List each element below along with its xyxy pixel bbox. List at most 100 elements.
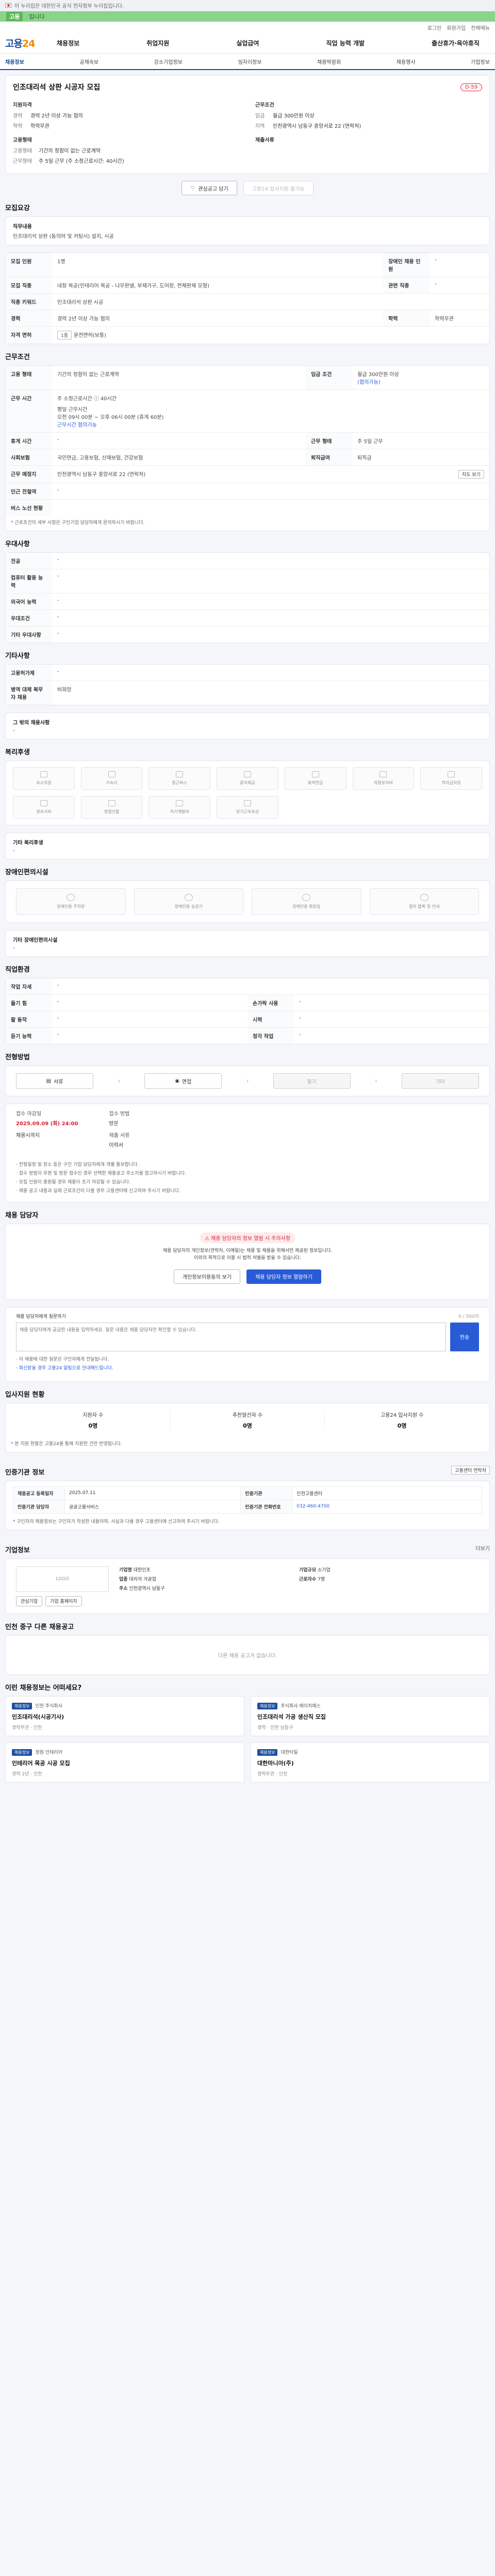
login-link[interactable]: 로그인 — [427, 24, 442, 31]
table-value: - — [52, 432, 306, 449]
etc-extra-value: - — [13, 728, 15, 734]
other-meta: 경력무관 · 인천 — [257, 1771, 288, 1777]
follow-company-button[interactable]: 관심기업 — [16, 1596, 43, 1606]
corp-logo: LOGO — [16, 1566, 109, 1592]
benefit-label: 자기계발비 — [170, 809, 189, 814]
gnb-item-leave[interactable]: 출산휴가·육아휴직 — [432, 39, 480, 47]
map-button[interactable]: 지도 보기 — [458, 470, 484, 479]
disability-label: 점자 블록 및 안내 — [409, 904, 440, 909]
tab-strong-companies[interactable]: 강소기업정보 — [154, 58, 183, 65]
inquiry-send-button[interactable]: 전송 — [450, 1322, 479, 1351]
status-label: 추천알선자 수 — [232, 1412, 263, 1418]
interview-icon: ◉ — [175, 1078, 179, 1084]
heart-icon: ♡ — [190, 185, 195, 191]
privacy-consent-button[interactable]: 개인정보이용동의 보기 — [174, 1269, 241, 1284]
status-section-title: 입사지원 현황 — [5, 1391, 45, 1399]
table-key: 학력 — [383, 310, 430, 327]
corp-more-link[interactable]: 더보기 — [475, 1544, 490, 1552]
emp-form-value: 주 5일 근무 (주 소정근로시간: 40시간) — [39, 159, 124, 164]
table-key: 듣기 능력 — [6, 1027, 52, 1044]
table-key: 퇴직급여 — [306, 449, 353, 466]
benefit-label: 차량유지비 — [374, 781, 393, 785]
benefit-label: 퇴직연금 — [307, 781, 323, 785]
qual-career-value: 경력 2년 이상 가능 협의 — [30, 113, 83, 119]
list-item[interactable]: 채용정보 인천 주식회사 인조대리석(시공기사) 경력무관 · 인천 — [5, 1696, 244, 1736]
environment-section-title: 직업환경 — [5, 966, 30, 974]
preferred-section-title: 우대사항 — [5, 540, 30, 548]
emp-type-label: 고용형태 — [13, 148, 32, 154]
tab-public-news[interactable]: 공채속보 — [79, 58, 98, 65]
deadline-sub: 채용시까지 — [16, 1133, 40, 1139]
benefit-item: 자기계발비 — [148, 796, 211, 819]
list-item[interactable]: 채용정보 정원 인테리어 인테리어 목공 시공 모집 경력 2년 · 인천 — [5, 1742, 244, 1783]
note-item: · 접수 방법이 우편 및 방문 접수인 경우 선택한 채용공고 주소지를 참고… — [16, 1171, 186, 1176]
disability-item: 장애인용 승강기 — [134, 888, 243, 915]
table-value: - — [57, 669, 59, 674]
table-value: - — [57, 982, 59, 988]
benefits-extra-card: 기타 복리후생 - — [5, 833, 490, 859]
company-homepage-button[interactable]: 기업 홈페이지 — [45, 1596, 82, 1606]
gnb-item-employment-support[interactable]: 취업지원 — [146, 39, 169, 47]
scrap-button[interactable]: ♡ 관심공고 담기 — [182, 181, 237, 195]
inquiry-input[interactable] — [16, 1322, 446, 1351]
list-item[interactable]: 채용정보 대한타일 대한마니아(주) 경력무관 · 인천 — [251, 1742, 490, 1783]
step-document: ▤ 서류 — [16, 1073, 93, 1089]
table-value: 인조대리석 상판 시공 — [52, 293, 489, 310]
table-row: 작업 자세 - — [6, 978, 489, 995]
step-label: 면접 — [182, 1079, 192, 1085]
tab-recruit-events[interactable]: 채용행사 — [397, 58, 416, 65]
note-item: · 이 채용에 대한 질문은 구인자에게 전달됩니다. — [16, 1357, 109, 1362]
status-note: * 본 지원 현황은 고용24를 통해 지원한 건만 반영됩니다. — [11, 1441, 122, 1447]
gnb-item-unemployment[interactable]: 실업급여 — [236, 39, 259, 47]
signup-link[interactable]: 회원가입 — [447, 24, 466, 31]
scrap-button-label: 관심공고 담기 — [198, 186, 228, 192]
etc-table: 고용허가제 - 병역 대체 복무자 채용 비희망 — [6, 665, 489, 705]
gnb-item-jobs[interactable]: 채용정보 — [57, 39, 79, 47]
table-key: 외국어 능력 — [6, 593, 52, 610]
corp-section-title: 기업정보 — [5, 1546, 30, 1554]
table-row: 휴게 시간 - 근무 형태 주 5일 근무 — [6, 432, 489, 449]
recruit-table: 모집 인원 1명 장애인 채용 인원 - 모집 직종 내장 목공(인테리어 목공 - … — [6, 253, 489, 344]
other-company: 인천 주식회사 — [35, 1703, 62, 1709]
table-value: 학력무관 — [430, 310, 489, 327]
table-key: 관련 직종 — [383, 277, 430, 294]
gnb-item-training[interactable]: 직업 능력 개발 — [326, 39, 365, 47]
apply-button[interactable]: 고용24 입사지원 불가능 — [243, 181, 314, 195]
manager-view-button[interactable]: 채용 담당자 정보 열람하기 — [246, 1269, 321, 1284]
list-item[interactable]: 채용정보 주식회사 에이치에스 인조대리석 가공 생산직 모집 경력 · 인천 남… — [251, 1696, 490, 1736]
all-menu-link[interactable]: 전체메뉴 — [471, 24, 490, 31]
step-label: 필기 — [307, 1079, 317, 1085]
other-badge: 채용정보 — [257, 1702, 278, 1709]
tab-job-fair[interactable]: 채용박람회 — [317, 58, 341, 65]
inquiry-count: 0 / 500자 — [458, 1314, 479, 1319]
method-label: 접수 방법 — [109, 1111, 130, 1117]
sub-tabs: 채용정보 공채속보 강소기업정보 일자리정보 채용박람회 채용행사 기업정보 — [0, 54, 495, 70]
site-logo[interactable]: 고용24 — [5, 36, 57, 50]
table-key: 우대조건 — [6, 609, 52, 626]
table-row: 버스 노선 현황 — [6, 499, 489, 516]
benefit-item: 통근버스 — [148, 767, 211, 790]
promo-stripe[interactable]: 고용 입니다 — [0, 11, 495, 22]
manager-alert-text: 채용 담당자의 정보 열람 시 주의사항 — [211, 1236, 291, 1242]
corp-address-value: 인천광역시 남동구 — [129, 1586, 165, 1591]
benefit-item: 명절선물 — [80, 796, 143, 819]
logo-text: 고용 — [5, 38, 23, 49]
benefit-label: 숙소지원 — [36, 781, 52, 785]
tab-job-info[interactable]: 일자리정보 — [238, 58, 262, 65]
benefit-grid: 숙소지원 기숙사 통근버스 중식제공 퇴직연금 차량유지비 학자금지원 경조사비… — [6, 761, 489, 825]
agency-contact-button[interactable]: 고용센터 연락처 — [451, 1465, 490, 1475]
condolence-icon — [40, 800, 47, 806]
table-value[interactable]: 032-460-4700 — [292, 1499, 482, 1514]
posting-actions: ♡ 관심공고 담기 고용24 입사지원 불가능 — [5, 181, 490, 195]
logo-number: 24 — [22, 38, 35, 49]
global-nav: 고용24 채용정보 취업지원 실업급여 직업 능력 개발 출산휴가·육아휴직 — [0, 33, 495, 54]
environment-card: 작업 자세 - 들기 힘 - 손가락 사용 - 팔 동작 - 시력 - 듣기 능력 - 청각 작업… — [5, 978, 490, 1044]
table-key: 작업 자세 — [6, 978, 52, 995]
tab-company-info[interactable]: 기업정보 — [471, 58, 490, 65]
book-icon — [176, 800, 184, 806]
manager-section-title: 채용 담당자 — [5, 1212, 39, 1219]
parking-icon — [67, 894, 75, 901]
corp-name-label: 기업명 — [119, 1567, 132, 1573]
tab-jobs[interactable]: 채용정보 — [5, 58, 24, 65]
table-key: 인근 전철역 — [6, 483, 52, 500]
